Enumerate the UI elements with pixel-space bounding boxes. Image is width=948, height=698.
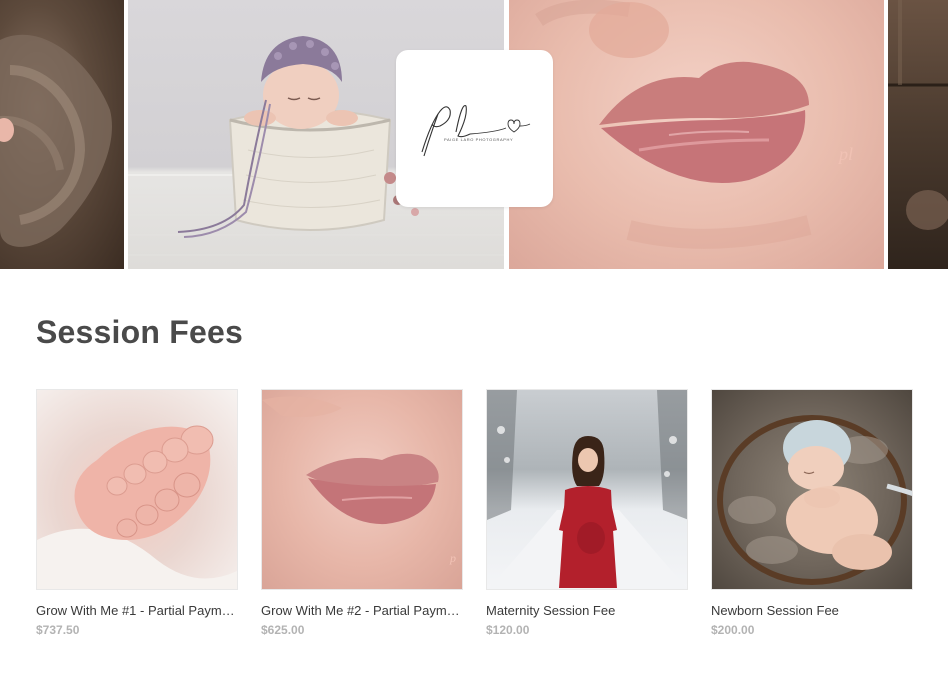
- section-title: Session Fees: [36, 314, 243, 350]
- baby-lips-photo: pl: [535, 0, 853, 249]
- product-image-maternity[interactable]: [486, 389, 688, 590]
- product-price: $625.00: [261, 623, 305, 637]
- product-image-baby-lips[interactable]: p: [261, 389, 463, 590]
- hero-photo-blanket[interactable]: [0, 0, 124, 269]
- product-image-newborn[interactable]: [711, 389, 913, 590]
- product-price: $120.00: [486, 623, 530, 637]
- product-name[interactable]: Grow With Me #1 - Partial Payme...: [36, 603, 238, 618]
- maternity-photo: [487, 390, 687, 589]
- hero-banner: pl PAIGE LARO PHOTOGRAPHY: [0, 0, 948, 269]
- newborn-photo: [717, 415, 912, 585]
- wood-texture: [888, 0, 948, 230]
- product-card[interactable]: Maternity Session Fee $120.00: [486, 389, 688, 637]
- hero-photo-baby-lips[interactable]: pl: [509, 0, 884, 269]
- page: pl PAIGE LARO PHOTOGRAPHY Session Fees G…: [0, 0, 948, 698]
- logo-script-icon: [421, 104, 531, 157]
- product-name[interactable]: Newborn Session Fee: [711, 603, 913, 618]
- blanket-texture: [0, 34, 112, 247]
- svg-text:p: p: [449, 551, 456, 565]
- brand-logo-card[interactable]: PAIGE LARO PHOTOGRAPHY: [396, 50, 553, 207]
- logo-tagline: PAIGE LARO PHOTOGRAPHY: [444, 137, 514, 142]
- product-name[interactable]: Grow With Me #2 - Partial Payme...: [261, 603, 463, 618]
- product-card[interactable]: Newborn Session Fee $200.00: [711, 389, 913, 637]
- product-image-baby-feet[interactable]: [36, 389, 238, 590]
- svg-text:pl: pl: [837, 144, 853, 164]
- product-price: $737.50: [36, 623, 80, 637]
- baby-lips-photo: p: [262, 396, 456, 565]
- hero-photo-wood[interactable]: [888, 0, 948, 269]
- product-price: $200.00: [711, 623, 755, 637]
- product-card[interactable]: p Grow With Me #2 - Partial Payme... $62…: [261, 389, 463, 637]
- baby-feet-photo: [37, 425, 237, 589]
- product-name[interactable]: Maternity Session Fee: [486, 603, 688, 618]
- product-card[interactable]: Grow With Me #1 - Partial Payme... $737.…: [36, 389, 238, 637]
